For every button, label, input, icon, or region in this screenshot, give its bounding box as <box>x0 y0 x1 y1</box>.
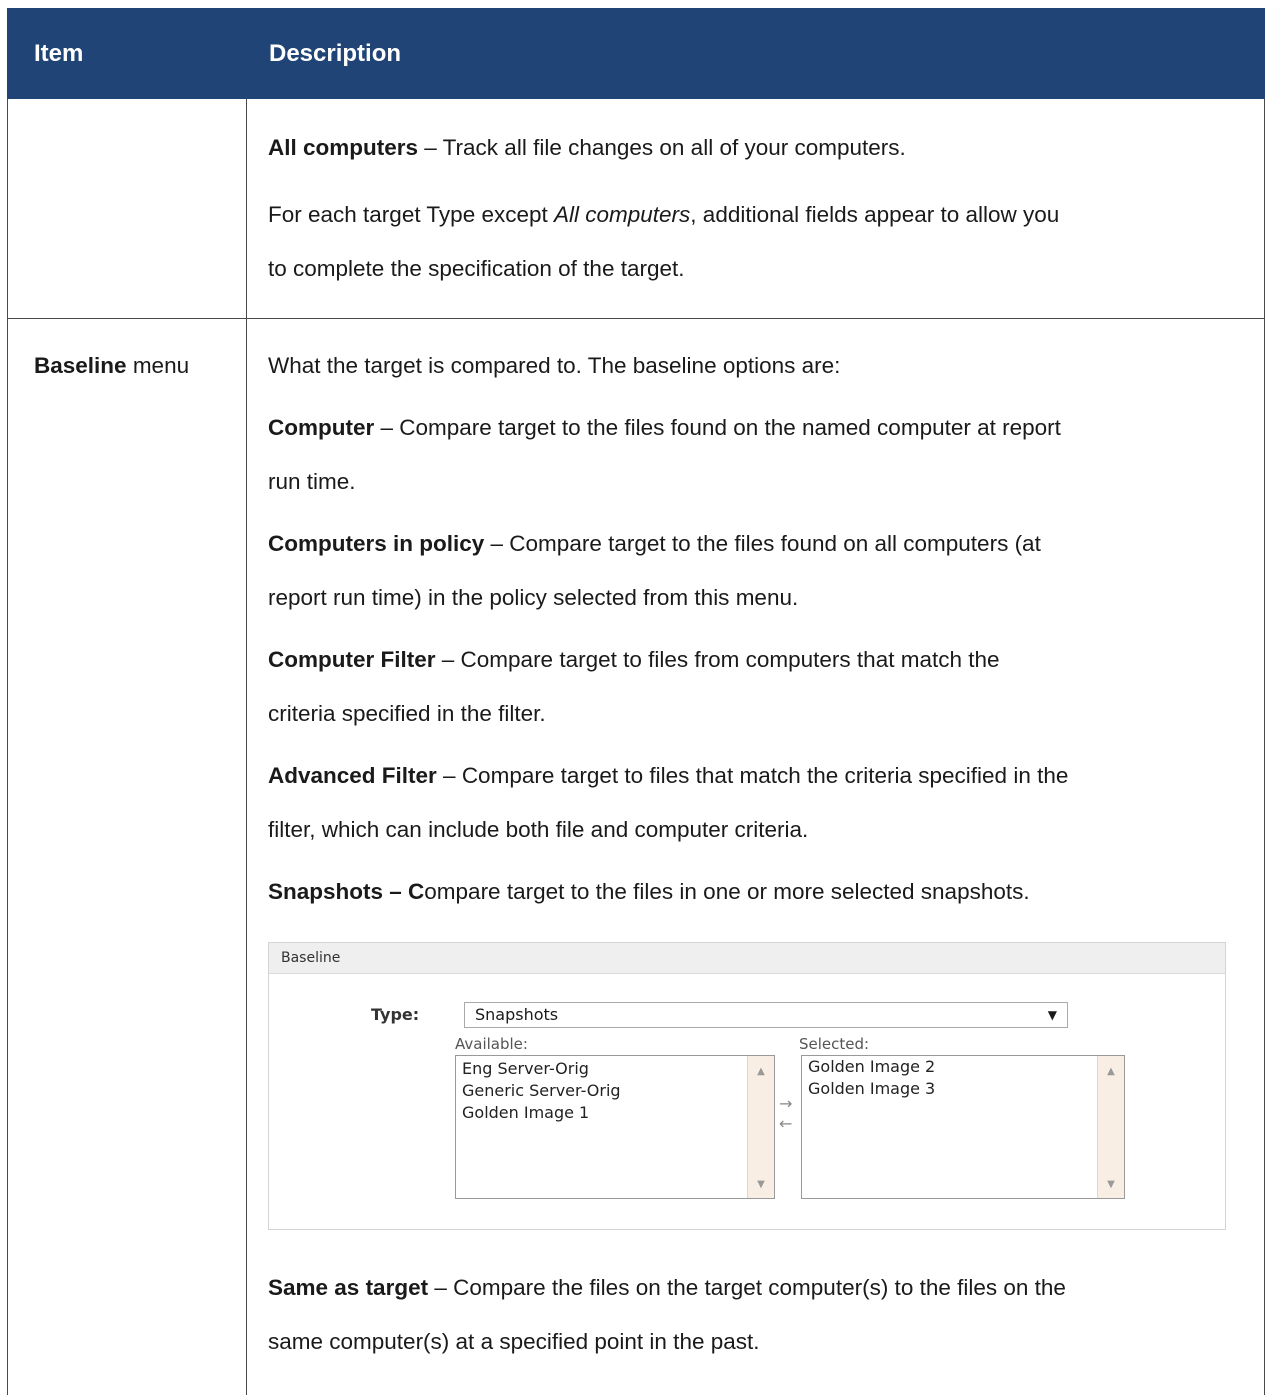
target-type-note: For each target Type except All computer… <box>268 202 1060 227</box>
computer-filter-option-line2: criteria specified in the filter. <box>268 701 546 726</box>
baseline-panel-title: Baseline <box>269 943 1225 974</box>
row-divider <box>7 318 1265 319</box>
available-listbox[interactable]: Eng Server-Orig Generic Server-Orig Golden… <box>455 1055 775 1199</box>
target-type-note-line2: to complete the specification of the tar… <box>268 256 685 281</box>
list-item[interactable]: Generic Server-Orig <box>462 1080 621 1102</box>
description-table: Item Description All computers – Track a… <box>0 0 1265 1395</box>
computer-filter-option: Computer Filter – Compare target to file… <box>268 647 1000 672</box>
table-header: Item Description <box>7 8 1265 99</box>
snapshots-option: Snapshots – Compare target to the files … <box>268 879 1030 904</box>
selected-items: Golden Image 2 Golden Image 3 <box>808 1056 935 1100</box>
scroll-up-icon[interactable]: ▲ <box>748 1066 774 1077</box>
same-as-target-option: Same as target – Compare the files on th… <box>268 1275 1066 1300</box>
scroll-down-icon[interactable]: ▼ <box>1098 1179 1124 1190</box>
baseline-panel: Baseline Type: Snapshots ▼ Available: Se… <box>268 942 1226 1230</box>
list-item[interactable]: Golden Image 1 <box>462 1102 621 1124</box>
header-item: Item <box>34 40 84 67</box>
same-as-target-option-line2: same computer(s) at a specified point in… <box>268 1329 760 1354</box>
advanced-filter-option: Advanced Filter – Compare target to file… <box>268 763 1069 788</box>
selected-scrollbar[interactable]: ▲ ▼ <box>1097 1056 1124 1198</box>
all-computers-line: All computers – Track all file changes o… <box>268 135 906 160</box>
list-item[interactable]: Golden Image 3 <box>808 1078 935 1100</box>
type-select-value: Snapshots <box>475 1005 559 1024</box>
type-label: Type: <box>371 1005 420 1024</box>
list-item[interactable]: Golden Image 2 <box>808 1056 935 1078</box>
list-item[interactable]: Eng Server-Orig <box>462 1058 621 1080</box>
baseline-menu-item: Baseline menu <box>34 353 190 378</box>
advanced-filter-option-line2: filter, which can include both file and … <box>268 817 809 842</box>
left-border <box>7 99 8 1395</box>
type-select[interactable]: Snapshots ▼ <box>464 1002 1068 1028</box>
column-divider <box>246 99 247 1395</box>
scroll-down-icon[interactable]: ▼ <box>748 1179 774 1190</box>
computers-in-policy-option: Computers in policy – Compare target to … <box>268 531 1041 556</box>
computer-option: Computer – Compare target to the files f… <box>268 415 1061 440</box>
available-items: Eng Server-Orig Generic Server-Orig Golden… <box>462 1058 621 1124</box>
arrow-left-icon[interactable]: ← <box>779 1115 792 1133</box>
available-label: Available: <box>455 1035 528 1053</box>
selected-label: Selected: <box>799 1035 870 1053</box>
available-scrollbar[interactable]: ▲ ▼ <box>747 1056 774 1198</box>
selected-listbox[interactable]: Golden Image 2 Golden Image 3 ▲ ▼ <box>801 1055 1125 1199</box>
arrow-right-icon[interactable]: → <box>779 1095 792 1113</box>
computers-in-policy-option-line2: report run time) in the policy selected … <box>268 585 799 610</box>
header-description: Description <box>269 40 402 67</box>
scroll-up-icon[interactable]: ▲ <box>1098 1066 1124 1077</box>
computer-option-line2: run time. <box>268 469 356 494</box>
baseline-intro: What the target is compared to. The base… <box>268 353 841 378</box>
chevron-down-icon: ▼ <box>1047 1008 1057 1022</box>
